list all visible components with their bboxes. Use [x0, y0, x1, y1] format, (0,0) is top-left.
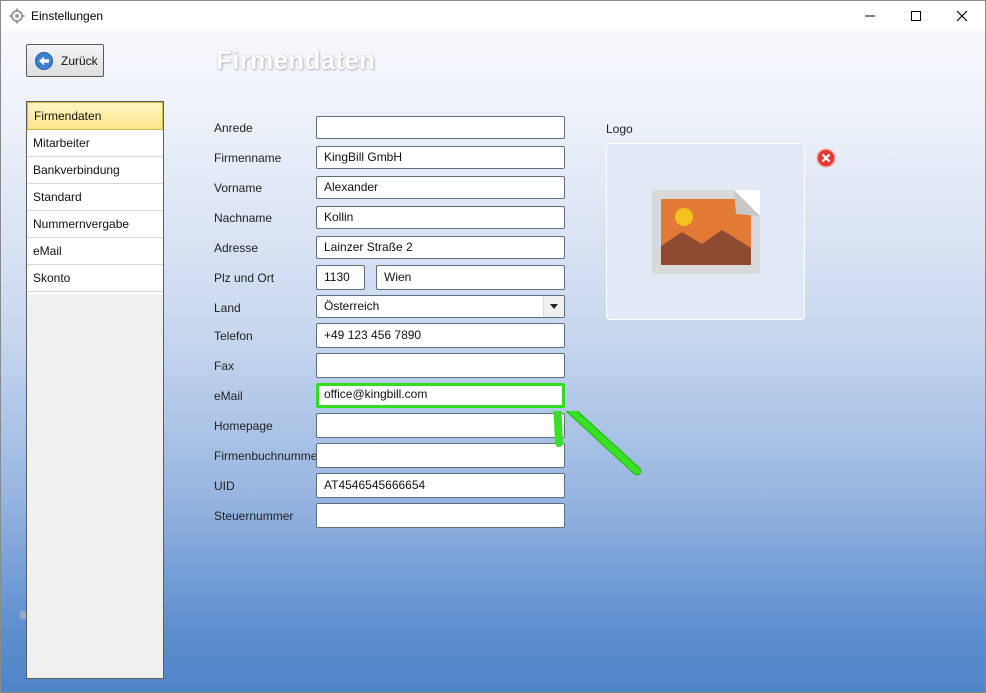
splitter-handle[interactable] — [20, 611, 26, 619]
annotation-arrow-icon — [553, 411, 642, 476]
sidebar-item-nummernvergabe[interactable]: Nummernvergabe — [27, 211, 163, 238]
nachname-label: Nachname — [214, 211, 273, 225]
sidebar-item-email[interactable]: eMail — [27, 238, 163, 265]
telefon-field[interactable]: +49 123 456 7890 — [316, 323, 565, 348]
chevron-down-icon — [550, 304, 558, 309]
minimize-icon — [865, 15, 875, 17]
uid-field[interactable]: AT4546545666654 — [316, 473, 565, 498]
firmenname-field[interactable]: KingBill GmbH — [316, 146, 565, 169]
land-select[interactable]: Österreich — [316, 295, 565, 318]
settings-content: Zurück Firmendaten Firmendaten Mitarbeit… — [1, 31, 985, 692]
page-title: Firmendaten — [216, 45, 376, 75]
title-bar: Einstellungen — [1, 1, 985, 31]
plz-field[interactable]: 1130 — [316, 265, 365, 290]
window-title: Einstellungen — [31, 9, 104, 23]
adresse-field[interactable]: Lainzer Straße 2 — [316, 236, 565, 259]
vorname-label: Vorname — [214, 181, 263, 195]
back-button[interactable]: Zurück — [26, 44, 104, 77]
vorname-field[interactable]: Alexander — [316, 176, 565, 199]
uid-label: UID — [214, 479, 235, 493]
gear-icon — [9, 8, 25, 24]
firmenname-label: Firmenname — [214, 151, 282, 165]
image-placeholder-icon — [652, 190, 760, 274]
remove-logo-icon[interactable] — [816, 148, 836, 168]
sidebar-item-mitarbeiter[interactable]: Mitarbeiter — [27, 130, 163, 157]
fax-label: Fax — [214, 359, 235, 373]
telefon-label: Telefon — [214, 329, 253, 343]
close-button[interactable] — [939, 1, 985, 31]
sidebar-item-firmendaten[interactable]: Firmendaten — [27, 102, 163, 130]
back-arrow-icon — [35, 51, 53, 70]
sidebar-item-bankverbindung[interactable]: Bankverbindung — [27, 157, 163, 184]
steuernummer-field[interactable] — [316, 503, 565, 528]
firmenbuchnummer-field[interactable] — [316, 443, 565, 468]
anrede-field[interactable] — [316, 116, 565, 139]
sidebar-item-standard[interactable]: Standard — [27, 184, 163, 211]
back-label: Zurück — [61, 53, 98, 68]
plz-ort-label: Plz und Ort — [214, 271, 275, 285]
logo-label: Logo — [606, 122, 633, 136]
email-field[interactable]: office@kingbill.com — [316, 383, 565, 408]
ort-field[interactable]: Wien — [376, 265, 565, 290]
minimize-button[interactable] — [847, 1, 893, 31]
homepage-field[interactable] — [316, 413, 565, 438]
close-icon — [956, 10, 968, 22]
nachname-field[interactable]: Kollin — [316, 206, 565, 229]
maximize-button[interactable] — [893, 1, 939, 31]
steuernummer-label: Steuernummer — [214, 509, 294, 523]
fax-field[interactable] — [316, 353, 565, 378]
land-label: Land — [214, 301, 241, 315]
settings-sidebar: Firmendaten Mitarbeiter Bankverbindung S… — [26, 101, 164, 679]
homepage-label: Homepage — [214, 419, 273, 433]
logo-dropzone[interactable] — [606, 143, 805, 320]
dropdown-button[interactable] — [543, 296, 564, 317]
settings-window: Einstellungen Zurück Firmendaten Firmend… — [0, 0, 986, 693]
sidebar-item-skonto[interactable]: Skonto — [27, 265, 163, 292]
firmenbuchnummer-label: Firmenbuchnummer — [214, 449, 322, 463]
email-label: eMail — [214, 389, 243, 403]
maximize-icon — [911, 11, 921, 21]
land-selected-value: Österreich — [324, 299, 380, 313]
anrede-label: Anrede — [214, 121, 253, 135]
adresse-label: Adresse — [214, 241, 259, 255]
